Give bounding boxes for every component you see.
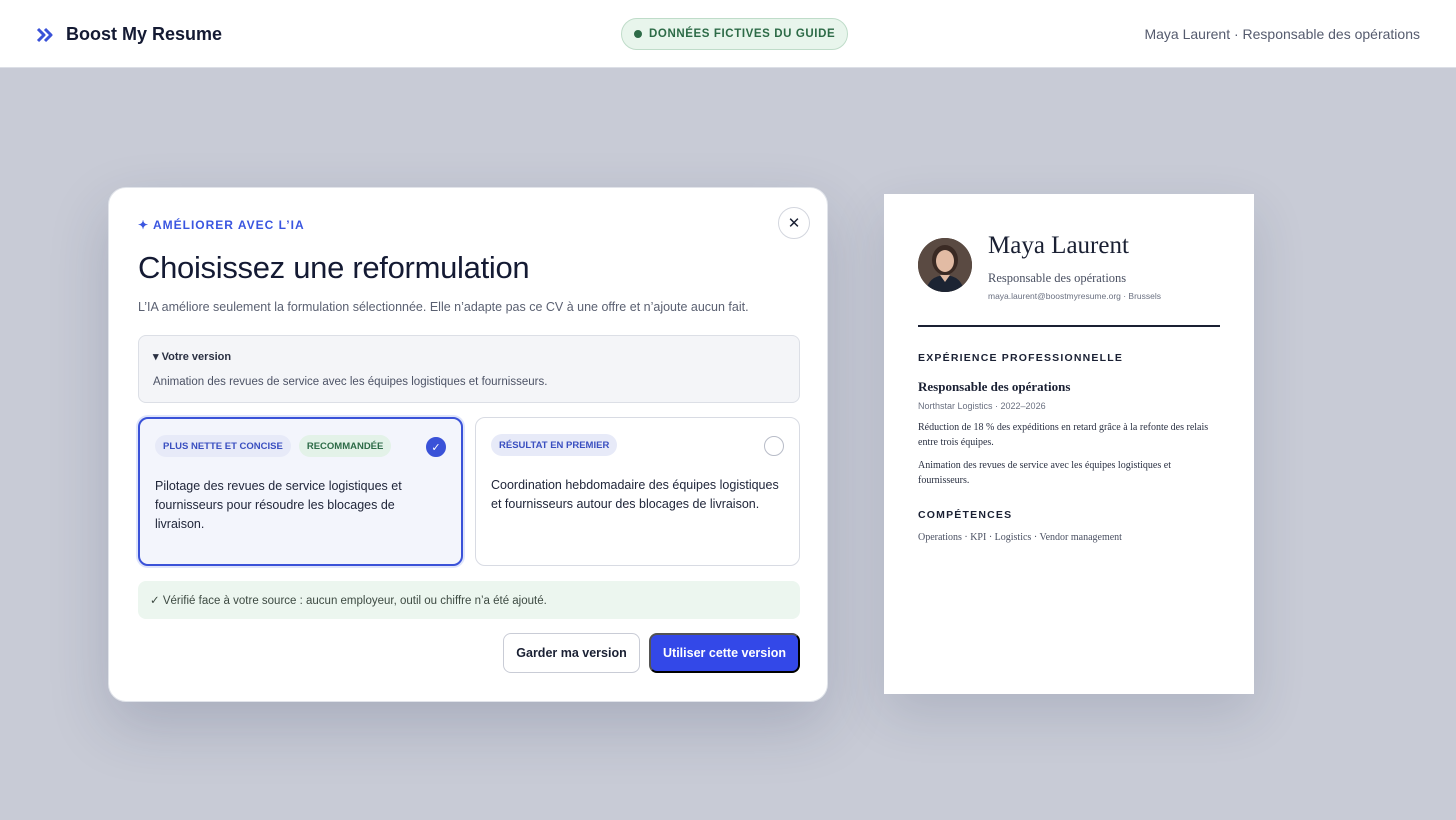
job-title: Responsable des opérations [918,379,1071,394]
original-version-panel[interactable]: ▾ Votre version Animation des revues de … [138,335,800,403]
badge-label: DONNÉES FICTIVES DU GUIDE [649,28,836,40]
close-button[interactable]: ✕ [778,207,810,239]
option-text: Coordination hebdomadaire des équipes lo… [491,478,779,511]
experience-bullet: Animation des revues de service avec les… [918,460,1171,486]
rewrite-dialog: ✦ AMÉLIORER AVEC L’IA ✕ Choisissez une r… [108,187,828,702]
double-chevron-right-icon [36,27,53,42]
brand[interactable]: Boost My Resume [36,24,222,45]
tag-result-first: RÉSULTAT EN PREMIER [491,434,618,456]
skills-list: Operations · KPI · Logistics · Vendor ma… [918,532,1122,543]
resume-preview: Maya Laurent Responsable des opérations … [884,194,1254,694]
status-dot-icon [634,30,642,38]
experience-bullet: Réduction de 18 % des expéditions en ret… [918,422,1209,448]
close-icon: ✕ [787,215,801,232]
option-tags: PLUS NETTE ET CONCISE RECOMMANDÉE [155,435,392,457]
experience-heading: EXPÉRIENCE PROFESSIONNELLE [918,352,1124,364]
skills-heading: COMPÉTENCES [918,509,1013,521]
top-bar: Boost My Resume DONNÉES FICTIVES DU GUID… [0,0,1456,68]
option-radio-checked[interactable]: ✓ [426,437,446,457]
job-meta: Northstar Logistics · 2022–2026 [918,401,1046,411]
resume-contact: maya.laurent@boostmyresume.org · Brussel… [988,291,1162,301]
rewrite-option-concise[interactable]: PLUS NETTE ET CONCISE RECOMMANDÉE ✓ Pilo… [138,417,463,566]
dialog-subtitle: L’IA améliore seulement la formulation s… [138,300,749,314]
dialog-title: Choisissez une reformulation [138,250,530,285]
option-text: Pilotage des revues de service logistiqu… [155,479,402,531]
demo-data-badge: DONNÉES FICTIVES DU GUIDE [621,18,849,50]
resume-divider [918,325,1220,327]
resume-name: Maya Laurent [988,232,1129,259]
original-version-text: Animation des revues de service avec les… [153,376,548,388]
option-radio[interactable] [764,436,784,456]
avatar [918,238,972,292]
tag-recommended: RECOMMANDÉE [298,435,392,457]
profile-photo-icon [918,238,972,292]
use-version-button[interactable]: Utiliser cette version [649,633,800,673]
tag-concise: PLUS NETTE ET CONCISE [155,435,291,457]
original-version-toggle[interactable]: ▾ Votre version [153,350,231,363]
resume-role: Responsable des opérations [988,271,1127,285]
brand-name: Boost My Resume [66,24,223,44]
rewrite-option-result-first[interactable]: RÉSULTAT EN PREMIER Coordination hebdoma… [475,417,800,566]
verification-notice: ✓ Vérifié face à votre source : aucun em… [138,581,800,619]
user-info: Maya Laurent · Responsable des opération… [1144,26,1420,42]
option-tags: RÉSULTAT EN PREMIER [491,434,618,456]
check-icon: ✓ [431,441,441,454]
keep-version-button[interactable]: Garder ma version [503,633,640,673]
dialog-kicker: ✦ AMÉLIORER AVEC L’IA [138,218,305,232]
